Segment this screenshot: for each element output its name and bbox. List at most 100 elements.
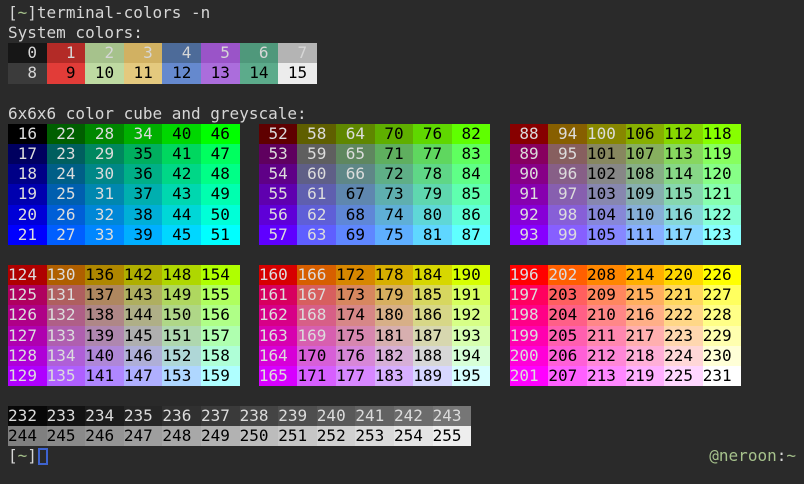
color-cell-8: 8 xyxy=(8,63,47,83)
cube-block-124: 129135141147153159 xyxy=(8,366,240,386)
color-cell-37: 37 xyxy=(124,184,163,204)
color-cell-155: 155 xyxy=(201,285,240,305)
color-cell-80: 80 xyxy=(413,205,452,225)
color-cell-170: 170 xyxy=(297,346,336,366)
color-cell-68: 68 xyxy=(336,205,375,225)
color-cell-185: 185 xyxy=(413,285,452,305)
cube-row: 1925313743495561677379859197103109115121 xyxy=(8,184,804,204)
cube-block-160: 164170176182188194 xyxy=(259,346,491,366)
color-cell-211: 211 xyxy=(587,326,626,346)
color-cell-167: 167 xyxy=(297,285,336,305)
cube-block-88: 8894100106112118 xyxy=(510,124,742,144)
cube-row: 1251311371431491551611671731791851911972… xyxy=(8,285,804,305)
color-cell-146: 146 xyxy=(124,346,163,366)
color-cell-157: 157 xyxy=(201,326,240,346)
color-cell-16: 16 xyxy=(8,124,47,144)
color-cell-64: 64 xyxy=(336,124,375,144)
color-cell-72: 72 xyxy=(375,164,414,184)
color-cell-159: 159 xyxy=(201,366,240,386)
color-cell-84: 84 xyxy=(452,164,491,184)
color-cell-138: 138 xyxy=(85,305,124,325)
color-cell-179: 179 xyxy=(375,285,414,305)
color-cell-142: 142 xyxy=(124,265,163,285)
color-cell-153: 153 xyxy=(162,366,201,386)
color-cell-196: 196 xyxy=(510,265,549,285)
color-cell-200: 200 xyxy=(510,346,549,366)
color-cell-231: 231 xyxy=(703,366,742,386)
cube-block-52: 576369758187 xyxy=(259,225,491,245)
color-cell-3: 3 xyxy=(124,43,163,63)
color-cell-95: 95 xyxy=(548,144,587,164)
color-cell-173: 173 xyxy=(336,285,375,305)
cube-block-16: 212733394551 xyxy=(8,225,240,245)
color-cell-19: 19 xyxy=(8,184,47,204)
color-cell-201: 201 xyxy=(510,366,549,386)
color-cell-227: 227 xyxy=(703,285,742,305)
color-cell-226: 226 xyxy=(703,265,742,285)
color-cell-78: 78 xyxy=(413,164,452,184)
color-cell-135: 135 xyxy=(47,366,86,386)
color-cell-190: 190 xyxy=(452,265,491,285)
color-cell-13: 13 xyxy=(201,63,240,83)
terminal-cursor[interactable] xyxy=(38,448,48,465)
color-cell-96: 96 xyxy=(548,164,587,184)
color-cell-25: 25 xyxy=(47,184,86,204)
color-cell-121: 121 xyxy=(703,184,742,204)
color-cell-105: 105 xyxy=(587,225,626,245)
status-home-tilde: ~ xyxy=(786,446,796,465)
color-cell-116: 116 xyxy=(664,205,703,225)
color-cell-236: 236 xyxy=(162,406,201,426)
color-cell-232: 232 xyxy=(8,406,47,426)
color-cell-115: 115 xyxy=(664,184,703,204)
terminal-window[interactable]: [~]terminal-colors -n System colors: 012… xyxy=(0,0,804,484)
color-cell-20: 20 xyxy=(8,205,47,225)
blank-line xyxy=(8,84,804,104)
color-cell-198: 198 xyxy=(510,305,549,325)
color-cell-118: 118 xyxy=(703,124,742,144)
cube-block-52: 566268748086 xyxy=(259,205,491,225)
color-cell-34: 34 xyxy=(124,124,163,144)
color-cell-243: 243 xyxy=(433,406,472,426)
color-cell-191: 191 xyxy=(452,285,491,305)
prompt-bracket-open: [ xyxy=(8,446,18,465)
color-cell-62: 62 xyxy=(297,205,336,225)
color-cell-203: 203 xyxy=(548,285,587,305)
color-cell-244: 244 xyxy=(8,426,47,446)
color-cell-212: 212 xyxy=(587,346,626,366)
color-cell-205: 205 xyxy=(548,326,587,346)
cube-block-160: 161167173179185191 xyxy=(259,285,491,305)
cube-block-52: 556167737985 xyxy=(259,184,491,204)
color-cell-45: 45 xyxy=(162,225,201,245)
color-cell-180: 180 xyxy=(375,305,414,325)
cube-block-16: 202632384450 xyxy=(8,205,240,225)
color-cell-69: 69 xyxy=(336,225,375,245)
color-cell-129: 129 xyxy=(8,366,47,386)
color-cell-35: 35 xyxy=(124,144,163,164)
color-cell-214: 214 xyxy=(626,265,665,285)
color-cell-234: 234 xyxy=(85,406,124,426)
color-cell-178: 178 xyxy=(375,265,414,285)
cube-block-124: 128134140146152158 xyxy=(8,346,240,366)
color-cell-5: 5 xyxy=(201,43,240,63)
color-cell-188: 188 xyxy=(413,346,452,366)
cube-block-16: 172329354147 xyxy=(8,144,240,164)
cube-block-124: 127133139145151157 xyxy=(8,326,240,346)
cube-block-88: 9298104110116122 xyxy=(510,205,742,225)
color-cell-237: 237 xyxy=(201,406,240,426)
color-cell-83: 83 xyxy=(452,144,491,164)
cube-block-124: 125131137143149155 xyxy=(8,285,240,305)
color-cell-43: 43 xyxy=(162,184,201,204)
color-cell-42: 42 xyxy=(162,164,201,184)
color-cell-110: 110 xyxy=(626,205,665,225)
cube-block-160: 165171177183189195 xyxy=(259,366,491,386)
blank-line xyxy=(8,245,804,265)
cube-block-124: 124130136142148154 xyxy=(8,265,240,285)
color-cell-172: 172 xyxy=(336,265,375,285)
cube-block-160: 162168174180186192 xyxy=(259,305,491,325)
color-cell-107: 107 xyxy=(626,144,665,164)
color-cell-111: 111 xyxy=(626,225,665,245)
prompt-home-tilde: ~ xyxy=(18,3,28,22)
color-cell-254: 254 xyxy=(394,426,433,446)
color-cell-70: 70 xyxy=(375,124,414,144)
color-cell-44: 44 xyxy=(162,205,201,225)
